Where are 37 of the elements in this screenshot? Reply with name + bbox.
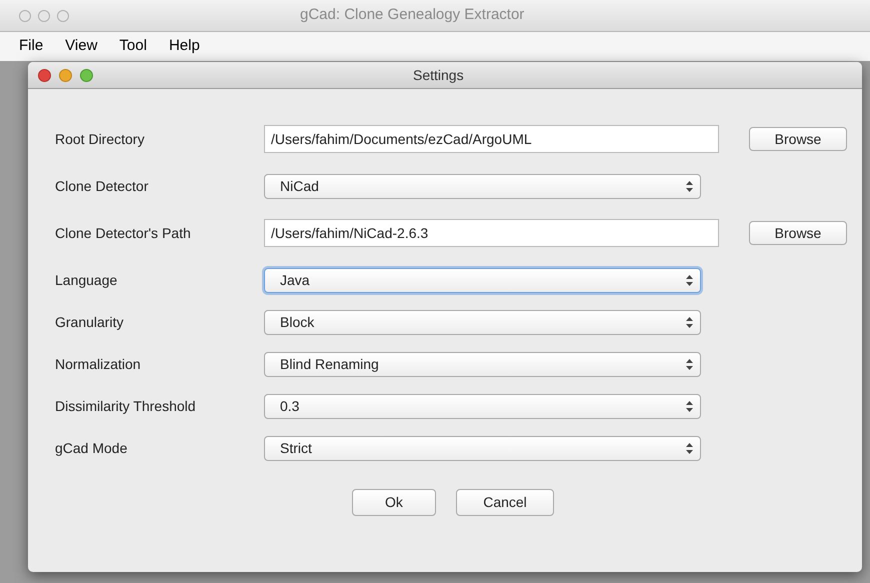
field-label: Language xyxy=(55,270,118,290)
field-label: gCad Mode xyxy=(55,438,128,458)
stepper-arrows-icon xyxy=(686,180,693,192)
field-label: Granularity xyxy=(55,312,124,332)
field-label: Clone Detector's Path xyxy=(55,224,192,242)
text-field[interactable]: /Users/fahim/NiCad-2.6.3 xyxy=(264,219,719,247)
field-label: Normalization xyxy=(55,354,142,374)
browse-button[interactable]: Browse xyxy=(749,127,847,151)
stepper-arrows-icon xyxy=(686,442,693,454)
dropdown[interactable]: Java xyxy=(264,268,701,292)
dropdown[interactable]: Strict xyxy=(264,436,701,460)
minimize-icon[interactable] xyxy=(59,68,72,82)
close-icon[interactable] xyxy=(38,68,51,82)
menu-item[interactable]: View xyxy=(65,35,98,58)
dropdown[interactable]: NiCad xyxy=(264,174,701,198)
text-field[interactable]: /Users/fahim/Documents/ezCad/ArgoUML xyxy=(264,125,719,153)
stepper-arrows-icon xyxy=(686,358,693,370)
stepper-arrows-icon xyxy=(686,316,693,328)
menu-item[interactable]: Help xyxy=(168,35,200,58)
dropdown[interactable]: 0.3 xyxy=(264,394,701,418)
stepper-arrows-icon xyxy=(686,400,693,412)
stepper-arrows-icon xyxy=(686,274,693,286)
menu-item[interactable]: Tool xyxy=(119,35,147,58)
dropdown[interactable]: Block xyxy=(264,310,701,334)
field-label: Root Directory xyxy=(55,130,146,149)
menu-item[interactable]: File xyxy=(19,35,44,58)
cancel-button[interactable]: Cancel xyxy=(456,489,554,516)
field-label: Dissimilarity Threshold xyxy=(55,396,197,416)
field-label: Clone Detector xyxy=(55,176,150,196)
window-title: gCad: Clone Genealogy Extractor xyxy=(300,5,524,26)
browse-button[interactable]: Browse xyxy=(749,221,847,245)
dropdown[interactable]: Blind Renaming xyxy=(264,352,701,376)
minimize-icon[interactable] xyxy=(38,10,50,22)
ok-button[interactable]: Ok xyxy=(352,489,436,516)
zoom-icon[interactable] xyxy=(80,68,93,82)
zoom-icon[interactable] xyxy=(57,10,69,22)
dialog-title: Settings xyxy=(413,66,464,85)
